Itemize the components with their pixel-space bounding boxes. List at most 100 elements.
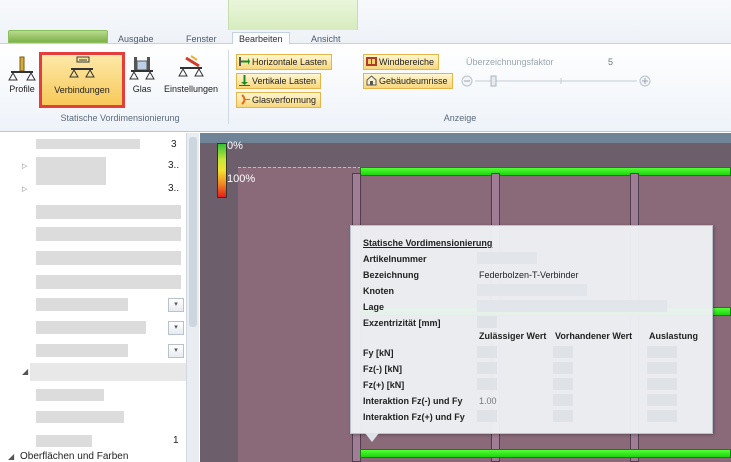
building-outline-icon [366,75,377,86]
artikelnummer-label: Artikelnummer [363,254,427,264]
vertikale-lasten-label: Vertikale Lasten [252,76,317,86]
ueberzeichnungsfaktor-label: Überzeichnungsfaktor [466,57,554,67]
scale-max-label: 100% [227,173,256,185]
panel-field[interactable] [36,344,128,357]
context-tab-highlight [8,30,108,43]
zulaessig-cell [477,346,497,358]
panel-field[interactable] [36,205,181,219]
panel-field[interactable] [36,321,146,334]
section-header[interactable] [30,363,186,381]
collapse-icon[interactable]: ◢ [8,452,14,461]
zulaessig-cell [477,378,497,390]
glas-button[interactable]: Glas [127,54,157,106]
verbindungen-label: Verbindungen [54,85,110,95]
panel-item-placeholder [36,157,106,185]
row-label: Fy [kN] [363,348,394,358]
panel-field[interactable] [36,251,181,265]
panel-field[interactable] [36,411,124,423]
scrollbar-thumb[interactable] [189,137,197,327]
row-label: Interaktion Fz(-) und Fy [363,396,463,406]
expand-icon[interactable]: ▷ [22,162,27,170]
profile-label: Profile [9,84,35,94]
vorhanden-cell [553,378,573,390]
vertikale-lasten-toggle[interactable]: Vertikale Lasten [236,73,322,89]
column-header-zulaessig: Zulässiger Wert [479,331,547,341]
zulaessig-cell [477,362,497,374]
einstellungen-button[interactable]: Einstellungen [163,54,219,106]
windbereiche-label: Windbereiche [379,57,435,67]
dropdown-arrow-icon[interactable]: ▾ [168,321,184,335]
dropdown-arrow-icon[interactable]: ▾ [168,344,184,358]
context-tab-group [228,0,358,30]
ueberzeichnungsfaktor-slider[interactable] [461,74,651,88]
gebaeudeumrisse-label: Gebäudeumrisse [379,76,448,86]
vorhanden-cell [553,362,573,374]
ueberzeichnungsfaktor-value: 5 [608,57,614,67]
vorhanden-cell [553,394,573,406]
collapse-icon[interactable]: ◢ [22,367,28,376]
row-label: Interaktion Fz(+) und Fy [363,412,465,422]
gebaeudeumrisse-toggle[interactable]: Gebäudeumrisse [363,73,453,89]
utilization-scale [217,143,227,198]
panel-field[interactable] [36,435,92,447]
exzentrizitaet-label: Exzentrizität [mm] [363,318,441,328]
profile-button[interactable]: Profile [4,54,40,106]
glas-icon [129,57,155,80]
column-header-vorhanden: Vorhandener Wert [555,331,633,341]
transom-beam[interactable] [360,449,731,458]
glas-label: Glas [132,84,152,94]
panel-item-value: 1 [173,435,179,446]
properties-panel: 3 ▷ 3.. ▷ 3.. ▾ ▾ ▾ ◢ 1 ◢ Oberflächen un… [0,133,199,462]
glasverformung-toggle[interactable]: Glasverformung [236,92,322,108]
verbindungen-icon [69,56,95,78]
horizontale-lasten-toggle[interactable]: Horizontale Lasten [236,54,333,70]
canvas-header-strip [200,133,731,143]
verbindungen-button[interactable]: Verbindungen [39,52,125,108]
auslastung-cell [647,410,677,422]
lage-value [477,300,667,312]
glass-deformation-icon [241,94,250,105]
panel-field[interactable] [36,389,104,401]
panel-field[interactable] [36,227,181,241]
row-label: Fz(+) [kN] [363,380,405,390]
anzeige-group-label: Anzeige [443,113,477,123]
vorhanden-cell [553,346,573,358]
einstellungen-icon [178,55,204,77]
exzentrizitaet-value [477,316,497,328]
dropdown-arrow-icon[interactable]: ▾ [168,298,184,312]
auslastung-cell [647,346,677,358]
popup-pointer [365,433,379,442]
profile-icon [8,56,36,81]
panel-item-value: 3.. [168,183,180,194]
ribbon: Profile Verbindungen Glas Einstellungen … [0,44,731,132]
knoten-value [477,284,587,296]
wind-areas-icon [366,57,377,66]
windbereiche-toggle[interactable]: Windbereiche [363,54,440,70]
statische-group-label: Statische Vordimensionierung [60,113,180,123]
artikelnummer-value [477,252,537,264]
panel-item-value: 3 [171,139,177,150]
einstellungen-label: Einstellungen [163,84,219,94]
transom-beam[interactable] [360,167,731,176]
panel-field[interactable] [36,298,128,311]
column-header-auslastung: Auslastung [649,331,699,341]
panel-item-placeholder [36,139,140,149]
bezeichnung-label: Bezeichnung [363,270,420,280]
panel-field[interactable] [36,275,181,289]
lage-label: Lage [363,302,385,312]
vertical-load-icon [239,75,250,86]
popup-title: Statische Vordimensionierung [363,238,493,248]
zulaessig-cell [477,410,497,422]
panel-section-title[interactable]: Oberflächen und Farben [20,451,128,462]
panel-item-value: 3.. [168,160,180,171]
glasverformung-label: Glasverformung [252,95,317,105]
group-separator [228,50,229,124]
panel-scrollbar[interactable] [186,133,199,462]
auslastung-cell [647,378,677,390]
interaktion-zulaessig-value: 1.00 [479,396,497,406]
ribbon-tab-strip: Ausgabe Fenster Bearbeiten Ansicht [0,0,731,45]
knoten-label: Knoten [363,286,394,296]
expand-icon[interactable]: ▷ [22,185,27,193]
horizontal-load-icon [239,57,250,66]
vorhanden-cell [553,410,573,422]
